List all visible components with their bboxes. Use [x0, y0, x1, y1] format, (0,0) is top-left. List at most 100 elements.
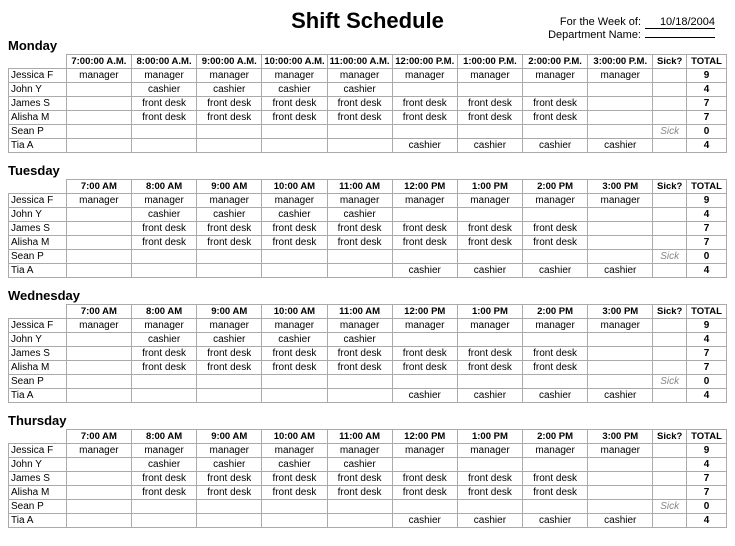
col-header-time-8: 3:00 PM — [588, 305, 653, 319]
shift-cell: front desk — [327, 472, 392, 486]
employee-name: Tia A — [9, 514, 67, 528]
col-header-time-3: 10:00 AM — [262, 305, 327, 319]
col-header-time-7: 2:00 PM — [523, 305, 588, 319]
shift-cell: cashier — [523, 264, 588, 278]
shift-cell: front desk — [131, 347, 196, 361]
dept-label: Department Name: — [548, 29, 641, 41]
shift-cell: front desk — [197, 347, 262, 361]
shift-cell — [327, 139, 392, 153]
total-cell: 9 — [686, 444, 726, 458]
shift-cell — [66, 375, 131, 389]
day-label-tuesday: Tuesday — [8, 163, 727, 178]
shift-cell: front desk — [392, 361, 457, 375]
total-cell: 7 — [686, 97, 726, 111]
shift-cell: manager — [66, 444, 131, 458]
col-header-time-0: 7:00 AM — [66, 180, 131, 194]
shift-cell — [588, 222, 653, 236]
shift-cell: manager — [457, 444, 522, 458]
table-row: James S front deskfront deskfront deskfr… — [9, 97, 727, 111]
shift-cell: cashier — [457, 514, 522, 528]
sick-cell: Sick — [653, 375, 687, 389]
shift-cell — [327, 125, 392, 139]
shift-cell: cashier — [262, 208, 327, 222]
shift-cell: front desk — [523, 472, 588, 486]
employee-name: James S — [9, 347, 67, 361]
table-row: Alisha M front deskfront deskfront deskf… — [9, 361, 727, 375]
shift-cell — [197, 389, 262, 403]
shift-cell: cashier — [523, 139, 588, 153]
day-section-wednesday: Wednesday7:00 AM8:00 AM9:00 AM10:00 AM11… — [8, 288, 727, 403]
shift-cell — [392, 458, 457, 472]
shift-cell: manager — [66, 194, 131, 208]
shift-cell — [66, 486, 131, 500]
total-cell: 0 — [686, 125, 726, 139]
shift-cell: front desk — [262, 472, 327, 486]
employee-name: Jessica F — [9, 194, 67, 208]
shift-cell — [588, 83, 653, 97]
shift-cell — [392, 500, 457, 514]
shift-cell — [66, 97, 131, 111]
shift-cell — [66, 389, 131, 403]
shift-cell: front desk — [392, 111, 457, 125]
shift-cell — [457, 375, 522, 389]
shift-cell — [131, 514, 196, 528]
col-header-time-4: 11:00 AM — [327, 180, 392, 194]
shift-cell: cashier — [262, 333, 327, 347]
shift-cell: front desk — [131, 236, 196, 250]
shift-cell: manager — [327, 194, 392, 208]
shift-cell: front desk — [197, 222, 262, 236]
shift-cell: cashier — [588, 139, 653, 153]
shift-cell: front desk — [327, 222, 392, 236]
shift-cell — [588, 208, 653, 222]
total-cell: 4 — [686, 264, 726, 278]
shift-cell: cashier — [197, 83, 262, 97]
schedule-container: Monday7:00:00 A.M.8:00:00 A.M.9:00:00 A.… — [8, 38, 727, 528]
shift-cell: front desk — [523, 361, 588, 375]
shift-cell: cashier — [392, 264, 457, 278]
total-cell: 9 — [686, 319, 726, 333]
shift-cell: front desk — [131, 97, 196, 111]
shift-cell: cashier — [197, 208, 262, 222]
shift-cell: front desk — [262, 236, 327, 250]
table-row: John Y cashiercashiercashiercashier 4 — [9, 458, 727, 472]
shift-cell — [66, 347, 131, 361]
shift-cell — [392, 125, 457, 139]
shift-cell — [523, 208, 588, 222]
col-header-time-5: 12:00 PM — [392, 305, 457, 319]
shift-cell: cashier — [131, 333, 196, 347]
day-label-thursday: Thursday — [8, 413, 727, 428]
table-row: James S front deskfront deskfront deskfr… — [9, 222, 727, 236]
shift-cell — [262, 264, 327, 278]
shift-cell: front desk — [131, 361, 196, 375]
employee-name: John Y — [9, 208, 67, 222]
shift-cell: cashier — [392, 514, 457, 528]
shift-cell: manager — [327, 319, 392, 333]
sick-cell: Sick — [653, 125, 687, 139]
shift-cell — [197, 250, 262, 264]
shift-cell — [588, 333, 653, 347]
shift-cell: front desk — [262, 486, 327, 500]
col-header-time-3: 10:00 AM — [262, 430, 327, 444]
col-header-time-8: 3:00 PM — [588, 430, 653, 444]
shift-cell — [131, 250, 196, 264]
col-header-time-7: 2:00 PM — [523, 180, 588, 194]
col-header-time-7: 2:00 PM — [523, 430, 588, 444]
shift-cell — [588, 458, 653, 472]
col-header-total: TOTAL — [686, 180, 726, 194]
shift-cell — [66, 264, 131, 278]
shift-cell: front desk — [197, 97, 262, 111]
shift-cell: front desk — [262, 222, 327, 236]
col-header-time-0: 7:00 AM — [66, 305, 131, 319]
employee-name: Alisha M — [9, 361, 67, 375]
col-header-time-6: 1:00 PM — [457, 180, 522, 194]
employee-name: Tia A — [9, 264, 67, 278]
total-cell: 7 — [686, 236, 726, 250]
shift-cell — [588, 250, 653, 264]
col-header-name — [9, 430, 67, 444]
shift-cell: front desk — [327, 111, 392, 125]
shift-cell — [66, 222, 131, 236]
shift-cell: front desk — [197, 236, 262, 250]
shift-cell — [131, 389, 196, 403]
shift-cell: manager — [523, 69, 588, 83]
sick-cell — [653, 472, 687, 486]
